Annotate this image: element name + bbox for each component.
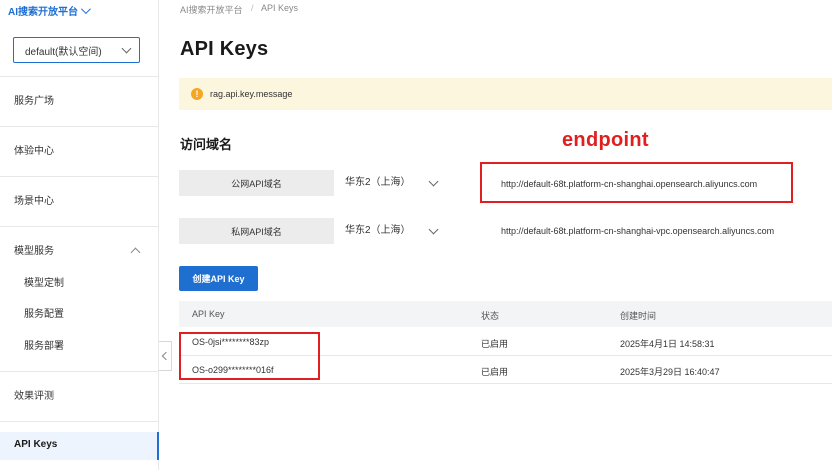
workspace-value: default(默认空间) xyxy=(25,46,102,58)
column-header-status: 状态 xyxy=(481,311,500,321)
annotation-box xyxy=(179,332,320,380)
status-text: 已启用 xyxy=(481,339,509,349)
endpoint-annotation: endpoint xyxy=(562,129,649,151)
divider xyxy=(0,421,159,422)
platform-name: AI搜索开放平台 xyxy=(8,6,78,18)
sidebar-item-api-keys[interactable]: API Keys xyxy=(0,432,159,460)
breadcrumb-separator: / xyxy=(251,3,254,13)
chevron-down-icon xyxy=(121,43,132,54)
chevron-up-icon[interactable] xyxy=(130,247,141,258)
sidebar-item-eval[interactable]: 效果评测 xyxy=(14,390,54,404)
public-region-select[interactable]: 华东2（上海） xyxy=(345,176,411,190)
created-time: 2025年3月29日 16:40:47 xyxy=(620,367,720,377)
create-api-key-button[interactable]: 创建API Key xyxy=(179,266,258,291)
column-header-key: API Key xyxy=(192,309,225,319)
created-time: 2025年4月1日 14:58:31 xyxy=(620,339,715,349)
sidebar-item-model-custom[interactable]: 模型定制 xyxy=(24,277,64,291)
private-domain-label: 私网API域名 xyxy=(179,218,334,244)
sidebar-item-label: API Keys xyxy=(14,439,58,450)
divider xyxy=(0,176,159,177)
divider xyxy=(0,76,159,77)
chevron-down-icon[interactable] xyxy=(428,176,439,187)
notice-text: rag.api.key.message xyxy=(210,89,293,99)
sidebar-collapse-toggle[interactable] xyxy=(159,341,172,371)
chevron-down-icon xyxy=(80,3,91,14)
chevron-down-icon[interactable] xyxy=(428,224,439,235)
status-text: 已启用 xyxy=(481,367,509,377)
table-header: API Key 状态 创建时间 xyxy=(179,301,832,327)
divider xyxy=(0,226,159,227)
page-title: API Keys xyxy=(180,38,269,60)
active-indicator xyxy=(157,432,159,460)
warning-icon: ! xyxy=(191,88,203,100)
divider xyxy=(0,371,159,372)
annotation-box xyxy=(480,162,793,203)
public-domain-label: 公网API域名 xyxy=(179,170,334,196)
chevron-left-icon xyxy=(161,351,171,361)
section-title: 访问域名 xyxy=(180,137,233,152)
breadcrumb-current: API Keys xyxy=(261,3,299,13)
sidebar-item-service-deploy[interactable]: 服务部署 xyxy=(24,340,64,354)
sidebar: AI搜索开放平台 default(默认空间) 服务广场 体验中心 场景中心 模型… xyxy=(0,0,159,470)
private-endpoint: http://default-68t.platform-cn-shanghai-… xyxy=(501,226,775,236)
sidebar-item-service-config[interactable]: 服务配置 xyxy=(24,308,64,322)
notice-banner: ! rag.api.key.message xyxy=(179,78,832,110)
platform-switcher[interactable]: AI搜索开放平台 xyxy=(8,3,91,18)
column-header-created: 创建时间 xyxy=(620,311,657,321)
breadcrumb-root[interactable]: AI搜索开放平台 xyxy=(180,3,243,16)
private-region-select[interactable]: 华东2（上海） xyxy=(345,224,411,238)
workspace-select[interactable]: default(默认空间) xyxy=(13,37,140,63)
sidebar-item-scenario-center[interactable]: 场景中心 xyxy=(14,195,54,209)
sidebar-item-model-service[interactable]: 模型服务 xyxy=(14,245,54,259)
sidebar-item-service-plaza[interactable]: 服务广场 xyxy=(14,95,54,109)
sidebar-item-experience-center[interactable]: 体验中心 xyxy=(14,145,54,159)
divider xyxy=(0,126,159,127)
